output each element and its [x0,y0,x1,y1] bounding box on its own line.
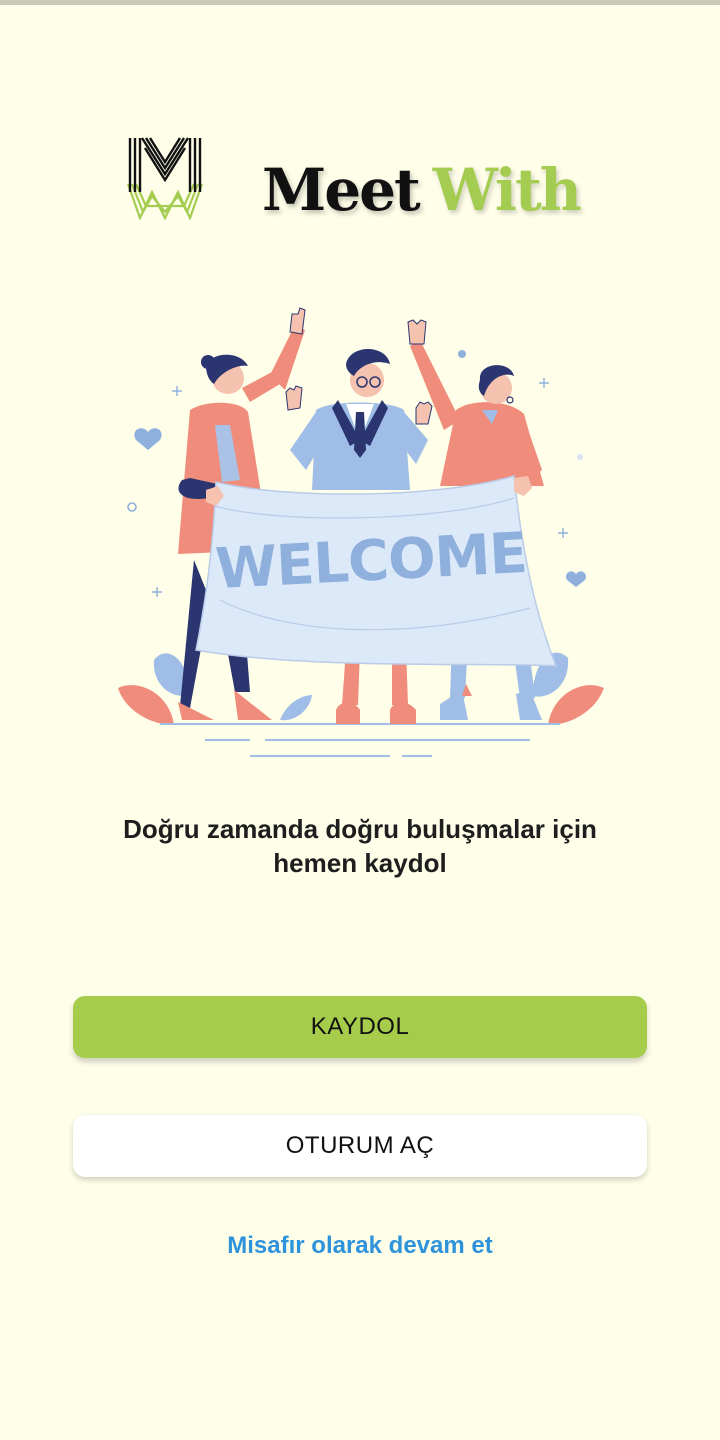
continue-as-guest-link[interactable]: Misafır olarak devam et [0,1232,720,1260]
brand-name-part2: With [432,156,582,224]
brand-name-part1: Meet [262,156,421,224]
tagline-line1: Doğru zamanda doğru buluşmalar için [123,814,597,844]
status-bar-strip [0,0,720,5]
brand-name: Meet With [262,150,582,230]
tagline-line2: hemen kaydol [273,848,447,878]
login-button[interactable]: OTURUM AÇ [73,1115,647,1177]
tagline: Doğru zamanda doğru buluşmalar için heme… [60,812,660,880]
meetwith-logo-icon [126,137,204,220]
welcome-banner: WELCOME [195,475,558,667]
signup-button[interactable]: KAYDOL [73,996,647,1058]
welcome-illustration: WELCOME [118,307,604,757]
